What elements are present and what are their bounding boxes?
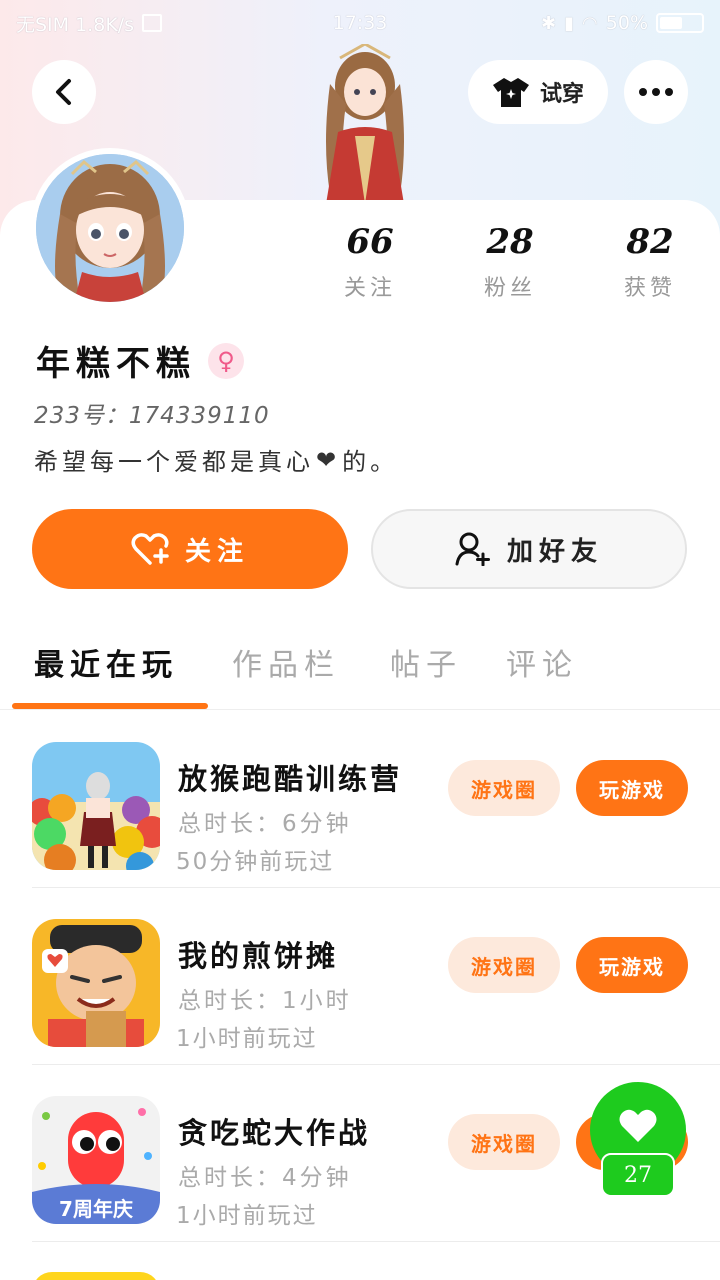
- heart-icon: ❤: [316, 445, 341, 474]
- tab-recently-played[interactable]: 最近在玩: [34, 640, 178, 684]
- chevron-left-icon: [56, 79, 71, 105]
- bio-text-end: 的。: [342, 448, 399, 476]
- last-played: 1小时前玩过: [176, 1026, 318, 1052]
- bio-text-start: 希望每一个爱都是真心: [34, 448, 314, 476]
- divider: [32, 1241, 720, 1242]
- following-count: 66: [346, 222, 394, 262]
- shirt-icon: [492, 78, 529, 107]
- clock: 17:33: [332, 12, 388, 34]
- followers-label: 粉丝: [483, 276, 536, 301]
- status-bar: 无SIM 1.8K/s 17:33 ✱ ▮ ◠ 50%: [0, 0, 720, 46]
- last-played: 1小时前玩过: [176, 1203, 318, 1229]
- add-friend-button[interactable]: 加好友: [371, 509, 687, 589]
- game-thumbnail: [32, 919, 160, 1047]
- bio: 希望每一个爱都是真心 ❤ 的。: [34, 442, 398, 477]
- game-title: 我的煎饼摊: [178, 939, 339, 973]
- likes-count: 82: [626, 222, 674, 262]
- stat-likes[interactable]: 82 获赞: [580, 222, 720, 302]
- add-user-icon: [455, 532, 490, 566]
- active-tab-indicator: [12, 703, 208, 709]
- user-id: 233号：174339110: [34, 403, 270, 429]
- play-game-button[interactable]: 玩游戏: [576, 937, 688, 993]
- profile-tabs: 最近在玩 作品栏 帖子 评论: [0, 636, 720, 710]
- game-circle-button[interactable]: 游戏圈: [448, 937, 560, 993]
- list-item[interactable]: 我的煎饼摊 总时长：1小时 1小时前玩过 游戏圈 玩游戏: [0, 889, 720, 1065]
- game-title: 放猴跑酷训练营: [178, 762, 403, 796]
- tab-comments[interactable]: 评论: [506, 640, 578, 684]
- likes-label: 获赞: [623, 276, 676, 301]
- divider: [32, 887, 720, 888]
- more-dot-icon: [639, 88, 647, 96]
- avatar[interactable]: [30, 148, 190, 308]
- stat-followers[interactable]: 28 粉丝: [440, 222, 580, 302]
- follow-button[interactable]: 关注: [32, 509, 348, 589]
- battery-icon: [656, 13, 704, 33]
- nickname-row: 年糕不糕 ♀: [36, 336, 244, 385]
- play-duration: 总时长：6分钟: [178, 811, 352, 837]
- list-item[interactable]: 放猴跑酷训练营 总时长：6分钟 50分钟前玩过 游戏圈 玩游戏: [0, 712, 720, 888]
- game-thumbnail-partial: [32, 1272, 160, 1280]
- play-game-button[interactable]: 玩游戏: [576, 760, 688, 816]
- heart-icon: [619, 1109, 657, 1142]
- back-button[interactable]: [32, 60, 96, 124]
- more-button[interactable]: [624, 60, 688, 124]
- play-duration: 总时长：1小时: [178, 988, 352, 1014]
- heart-plus-icon: [131, 533, 169, 565]
- game-thumbnail: [32, 742, 160, 870]
- divider: [32, 1064, 720, 1065]
- following-label: 关注: [343, 276, 396, 301]
- nickname: 年糕不糕: [36, 344, 196, 384]
- more-dot-icon: [652, 88, 660, 96]
- follow-label: 关注: [184, 536, 249, 567]
- dressed-avatar-figure: [300, 42, 430, 204]
- like-count: 27: [601, 1153, 675, 1197]
- followers-count: 28: [486, 222, 534, 262]
- try-on-button[interactable]: 试穿: [468, 60, 608, 124]
- female-gender-icon: ♀: [208, 342, 244, 379]
- profile-stats: 66 关注 28 粉丝 82 获赞: [300, 222, 720, 302]
- game-thumbnail: 7周年庆: [32, 1096, 160, 1224]
- last-played: 50分钟前玩过: [176, 849, 335, 875]
- tab-works[interactable]: 作品栏: [232, 640, 340, 684]
- anniversary-badge: 7周年庆: [59, 1197, 133, 1221]
- tab-posts[interactable]: 帖子: [390, 640, 462, 684]
- game-circle-button[interactable]: 游戏圈: [448, 760, 560, 816]
- game-title: 贪吃蛇大作战: [178, 1116, 371, 1150]
- game-circle-button[interactable]: 游戏圈: [448, 1114, 560, 1170]
- more-dot-icon: [665, 88, 673, 96]
- stat-following[interactable]: 66 关注: [300, 222, 440, 302]
- try-on-label: 试穿: [539, 82, 584, 107]
- add-friend-label: 加好友: [506, 536, 603, 567]
- play-duration: 总时长：4分钟: [178, 1165, 352, 1191]
